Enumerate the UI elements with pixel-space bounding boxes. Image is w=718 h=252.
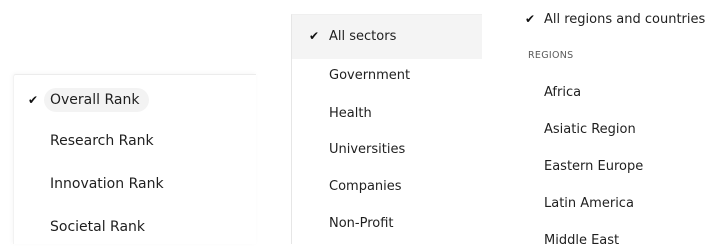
rank-option-label: Overall Rank [44, 88, 150, 112]
checkmark-icon: ✔ [525, 12, 536, 26]
region-option-label: Latin America [544, 195, 634, 211]
region-option-eastern-europe[interactable]: Eastern Europe [513, 154, 718, 178]
region-option-all[interactable]: ✔ All regions and countries [513, 7, 718, 31]
region-option-africa[interactable]: Africa [513, 80, 718, 104]
rank-option-innovation[interactable]: Innovation Rank [14, 170, 256, 198]
region-option-label: Africa [544, 84, 582, 100]
region-option-label: All regions and countries [544, 11, 706, 27]
sector-option-label: All sectors [329, 28, 397, 44]
sector-option-all[interactable]: ✔ All sectors [292, 23, 482, 49]
sector-option-non-profit[interactable]: Non-Profit [292, 210, 482, 236]
region-dropdown-menu: ✔ All regions and countries REGIONS Afri… [513, 0, 718, 248]
regions-section-heading: REGIONS [528, 50, 574, 61]
rank-option-overall[interactable]: ✔ Overall Rank [14, 86, 256, 114]
rank-option-research[interactable]: Research Rank [14, 127, 256, 155]
region-option-asiatic-region[interactable]: Asiatic Region [513, 117, 718, 141]
region-option-label: Asiatic Region [544, 121, 636, 137]
region-option-label: Middle East [544, 232, 620, 248]
rank-option-societal[interactable]: Societal Rank [14, 213, 256, 241]
sector-option-government[interactable]: Government [292, 62, 482, 88]
sector-option-label: Health [329, 105, 372, 121]
rank-option-label: Research Rank [50, 133, 154, 149]
region-option-middle-east[interactable]: Middle East [513, 228, 718, 252]
rank-option-label: Societal Rank [50, 219, 146, 235]
rank-option-label: Innovation Rank [50, 176, 164, 192]
region-option-label: Eastern Europe [544, 158, 644, 174]
sector-dropdown-menu: ✔ All sectors Government Health Universi… [291, 14, 482, 244]
checkmark-icon: ✔ [28, 93, 39, 107]
sector-option-label: Non-Profit [329, 215, 394, 231]
sector-option-label: Companies [329, 178, 402, 194]
rank-dropdown-menu: ✔ Overall Rank Research Rank Innovation … [13, 74, 256, 244]
sector-option-label: Universities [329, 141, 406, 157]
sector-option-universities[interactable]: Universities [292, 136, 482, 162]
checkmark-icon: ✔ [309, 29, 320, 43]
sector-option-companies[interactable]: Companies [292, 173, 482, 199]
sector-option-health[interactable]: Health [292, 100, 482, 126]
region-option-latin-america[interactable]: Latin America [513, 191, 718, 215]
sector-option-label: Government [329, 67, 411, 83]
